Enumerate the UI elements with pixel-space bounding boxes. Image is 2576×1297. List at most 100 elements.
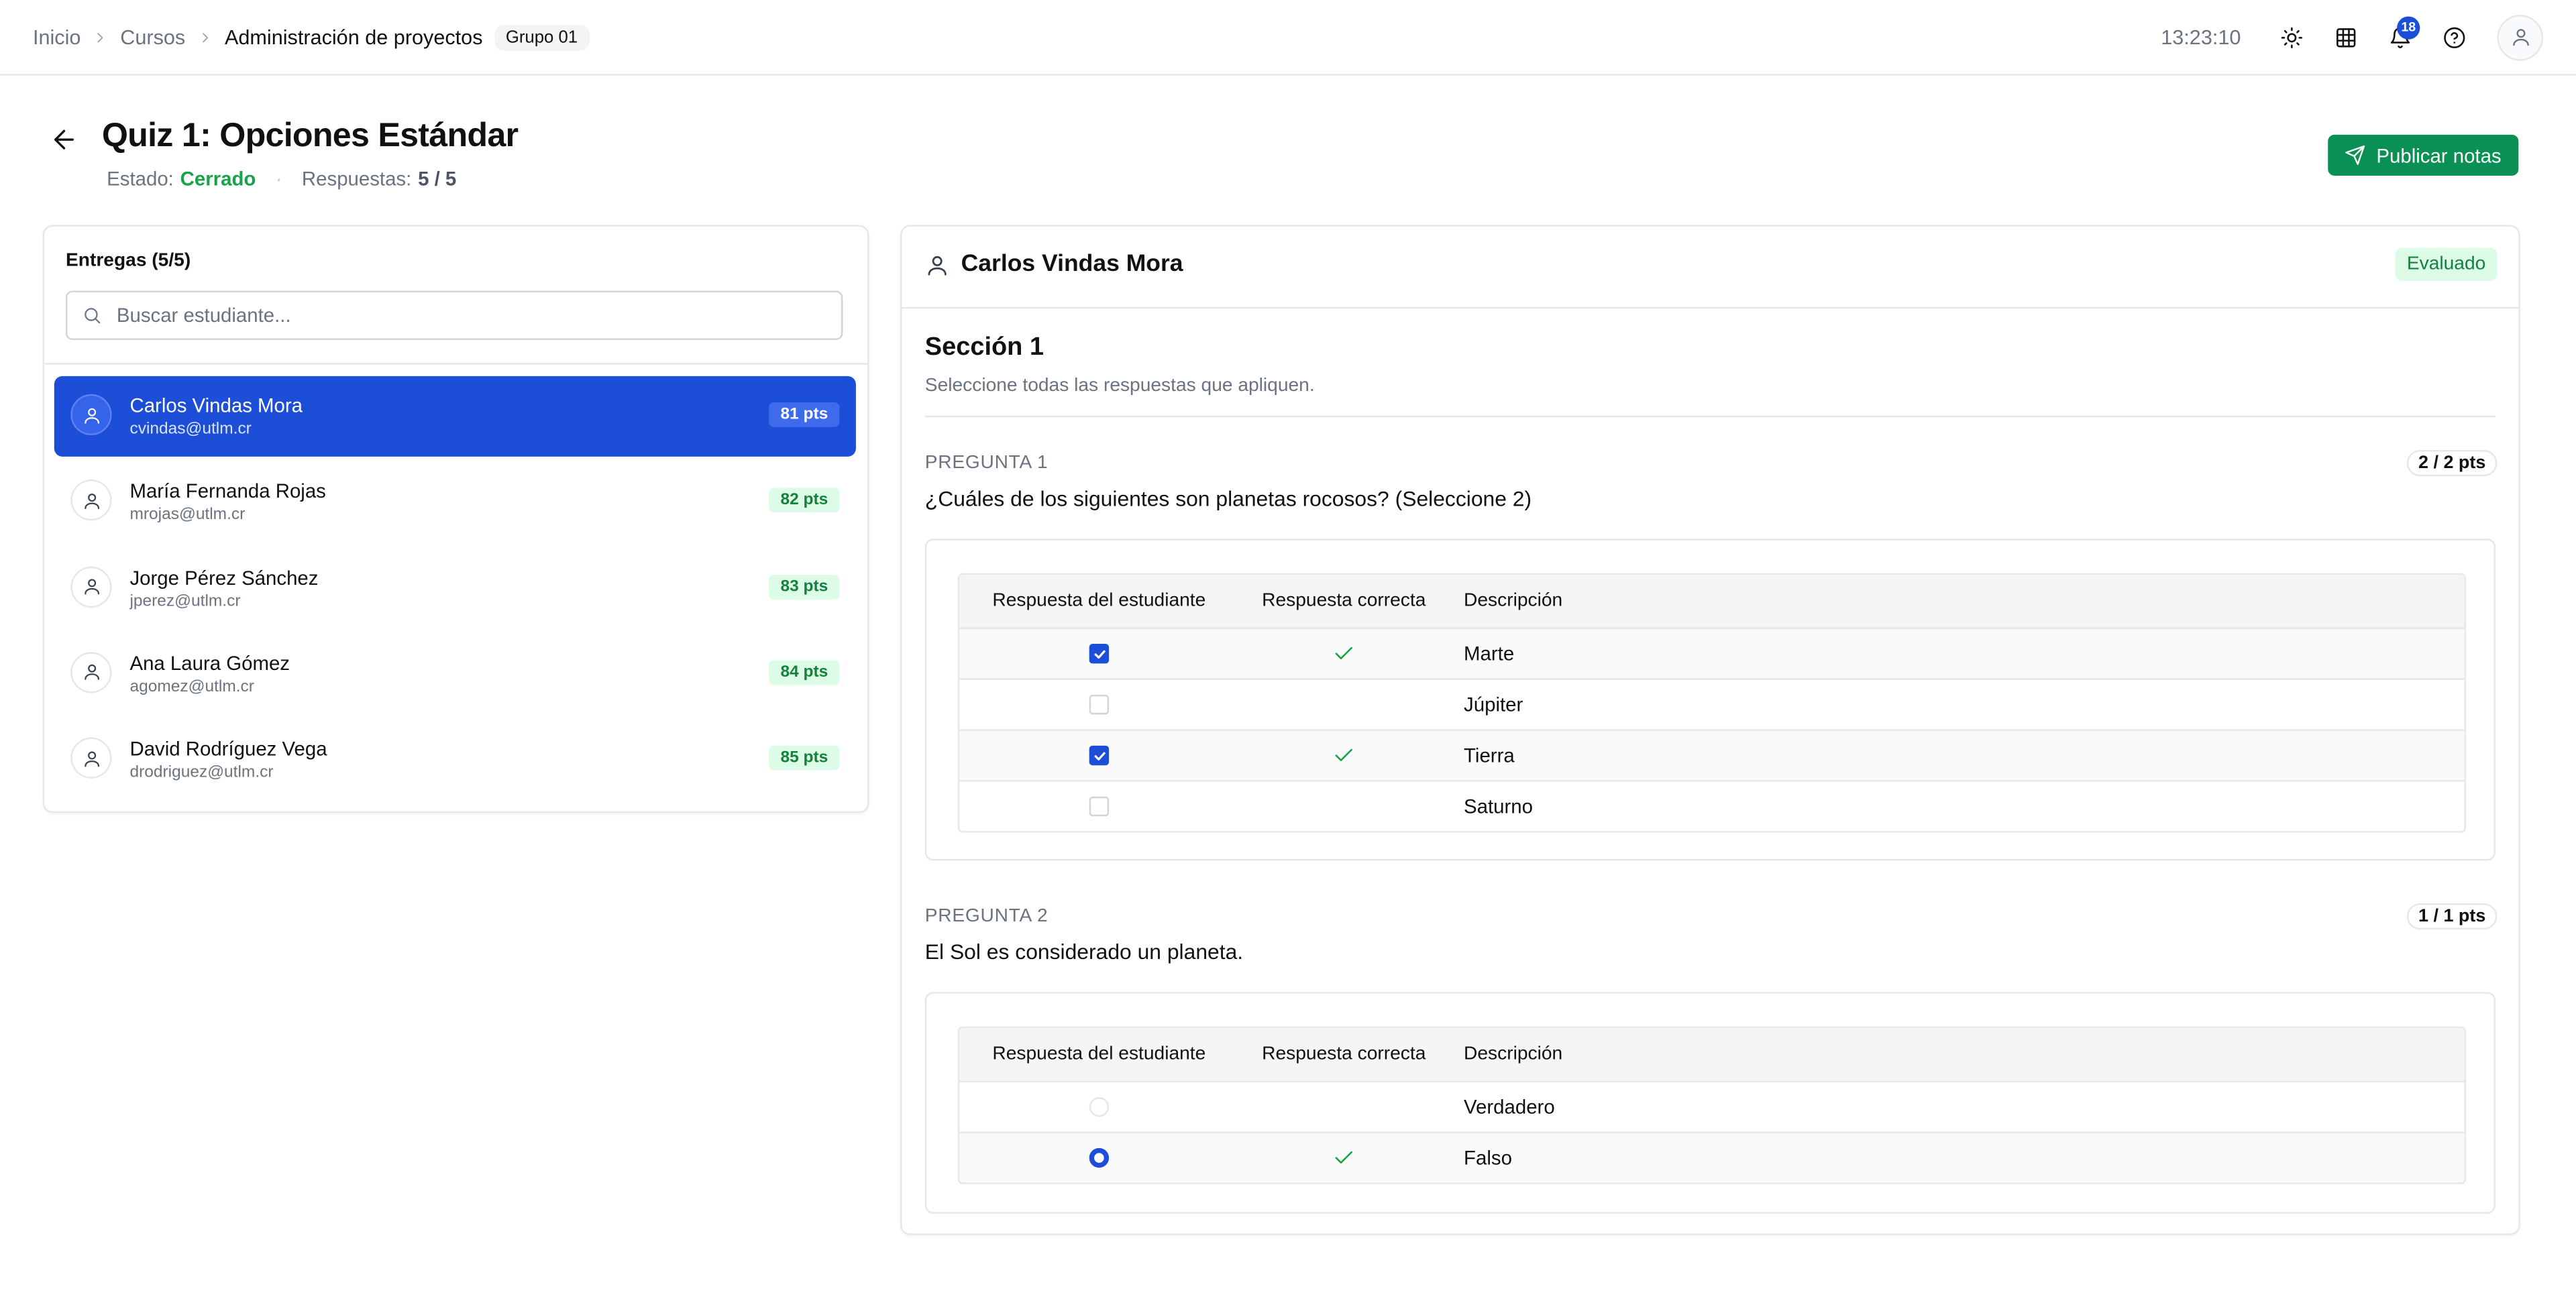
avatar (70, 394, 112, 435)
student-radio-selected (1089, 1147, 1110, 1168)
submissions-title: Entregas (5/5) (65, 251, 191, 272)
check-icon (1332, 642, 1355, 665)
quiz-meta: Estado: Cerrado · Respuestas: 5 / 5 (107, 168, 456, 190)
question-points-badge: 2 / 2 pts (2406, 450, 2498, 477)
avatar (70, 480, 112, 522)
student-search-input[interactable] (113, 302, 810, 329)
answer-description: Tierra (1464, 744, 1515, 767)
breadcrumb: Inicio Cursos Administración de proyecto… (33, 0, 590, 74)
answer-description: Marte (1464, 642, 1515, 665)
avatar (70, 565, 112, 608)
avatar (70, 651, 112, 693)
section-title: Sección 1 (924, 333, 1044, 361)
submission-detail-panel: Carlos Vindas Mora Evaluado Sección 1 Se… (900, 225, 2520, 1235)
answer-description: Falso (1464, 1146, 1512, 1170)
submissions-panel: Entregas (5/5) Carlos Vindas Mora cvinda… (42, 225, 869, 813)
user-icon (81, 577, 101, 596)
question-answers-box: Respuesta del estudiante Respuesta corre… (924, 992, 2496, 1214)
answer-row: Saturno (959, 780, 2465, 831)
apps-button[interactable] (2320, 11, 2372, 63)
app-root: Inicio Cursos Administración de proyecto… (0, 0, 2576, 1294)
user-icon (81, 663, 101, 682)
answer-row: Verdadero (959, 1080, 2465, 1131)
student-checkbox-unchecked (1089, 796, 1110, 817)
question-label: PREGUNTA 1 (924, 453, 1049, 473)
student-email: jperez@utlm.cr (129, 592, 241, 611)
responses-label: Respuestas: (301, 167, 412, 191)
help-icon (2443, 25, 2466, 48)
avatar (70, 738, 112, 779)
column-header: Descripción (1464, 1044, 1563, 1064)
top-actions: 13:23:10 18 (2161, 0, 2544, 74)
student-points-badge: 82 pts (769, 488, 840, 513)
divider (924, 415, 2496, 418)
user-icon (81, 405, 101, 425)
chevron-right-icon (197, 29, 213, 45)
student-radio-unselected (1089, 1096, 1110, 1117)
student-search[interactable] (65, 290, 843, 340)
publish-grades-button[interactable]: Publicar notas (2328, 134, 2519, 176)
status-value: Cerrado (180, 167, 256, 191)
help-button[interactable] (2428, 11, 2481, 63)
student-points-badge: 83 pts (769, 574, 840, 599)
student-email: mrojas@utlm.cr (129, 506, 246, 524)
detail-student-name: Carlos Vindas Mora (961, 251, 1183, 278)
student-item[interactable]: Carlos Vindas Mora cvindas@utlm.cr 81 pt… (54, 376, 856, 457)
answer-description: Verdadero (1464, 1095, 1555, 1119)
status-label: Estado: (107, 167, 174, 191)
question-label: PREGUNTA 2 (924, 906, 1049, 927)
status-badge: Evaluado (2395, 247, 2498, 281)
student-name: María Fernanda Rojas (129, 480, 326, 504)
student-item[interactable]: Jorge Pérez Sánchez jperez@utlm.cr 83 pt… (54, 548, 856, 628)
answer-description: Júpiter (1464, 693, 1523, 716)
breadcrumb-course[interactable]: Administración de proyectos (225, 25, 483, 48)
answer-row: Marte (959, 627, 2465, 679)
student-points-badge: 85 pts (769, 746, 840, 771)
question-points-badge: 1 / 1 pts (2406, 903, 2498, 930)
user-icon (925, 253, 950, 278)
student-name: David Rodríguez Vega (129, 738, 327, 761)
answers-table: Respuesta del estudiante Respuesta corre… (957, 1026, 2466, 1184)
student-points-badge: 81 pts (769, 402, 840, 427)
responses-value: 5 / 5 (418, 167, 457, 191)
question-answers-box: Respuesta del estudiante Respuesta corre… (924, 539, 2496, 861)
notifications-button[interactable]: 18 (2374, 11, 2426, 63)
answer-row: Falso (959, 1131, 2465, 1183)
column-header: Respuesta del estudiante (992, 1044, 1206, 1064)
answers-table-header: Respuesta del estudiante Respuesta corre… (959, 1028, 2465, 1081)
arrow-left-icon (49, 125, 78, 154)
answer-description: Saturno (1464, 795, 1533, 818)
user-icon (81, 748, 101, 768)
answer-row: Júpiter (959, 678, 2465, 729)
student-name: Carlos Vindas Mora (129, 394, 303, 418)
column-header: Descripción (1464, 591, 1563, 612)
student-item[interactable]: María Fernanda Rojas mrojas@utlm.cr 82 p… (54, 462, 856, 543)
student-checkbox-checked (1089, 745, 1110, 766)
answers-table: Respuesta del estudiante Respuesta corre… (957, 573, 2466, 833)
detail-header: Carlos Vindas Mora Evaluado (902, 227, 2519, 309)
search-icon (82, 306, 101, 325)
column-header: Respuesta del estudiante (992, 591, 1206, 612)
check-icon (1332, 744, 1355, 767)
check-icon (1332, 1146, 1355, 1169)
breadcrumb-home[interactable]: Inicio (33, 25, 80, 48)
student-item[interactable]: David Rodríguez Vega drodriguez@utlm.cr … (54, 720, 856, 800)
group-badge: Grupo 01 (494, 23, 590, 50)
clock: 13:23:10 (2161, 25, 2241, 49)
student-email: cvindas@utlm.cr (129, 420, 252, 439)
answers-table-header: Respuesta del estudiante Respuesta corre… (959, 575, 2465, 628)
top-bar: Inicio Cursos Administración de proyecto… (0, 0, 2576, 76)
theme-toggle-button[interactable] (2265, 11, 2318, 63)
student-name: Jorge Pérez Sánchez (129, 565, 319, 589)
user-menu-button[interactable] (2497, 13, 2544, 60)
breadcrumb-courses[interactable]: Cursos (120, 25, 185, 48)
question-text: ¿Cuáles de los siguientes son planetas r… (924, 486, 1532, 511)
student-email: agomez@utlm.cr (129, 678, 254, 697)
notification-count-badge: 18 (2397, 15, 2420, 39)
student-item[interactable]: Ana Laura Gómez agomez@utlm.cr 84 pts (54, 634, 856, 714)
publish-grades-label: Publicar notas (2376, 144, 2502, 167)
divider (44, 363, 868, 365)
student-name: Ana Laura Gómez (129, 651, 290, 675)
grid-icon (2334, 25, 2357, 48)
back-button[interactable] (49, 125, 78, 154)
